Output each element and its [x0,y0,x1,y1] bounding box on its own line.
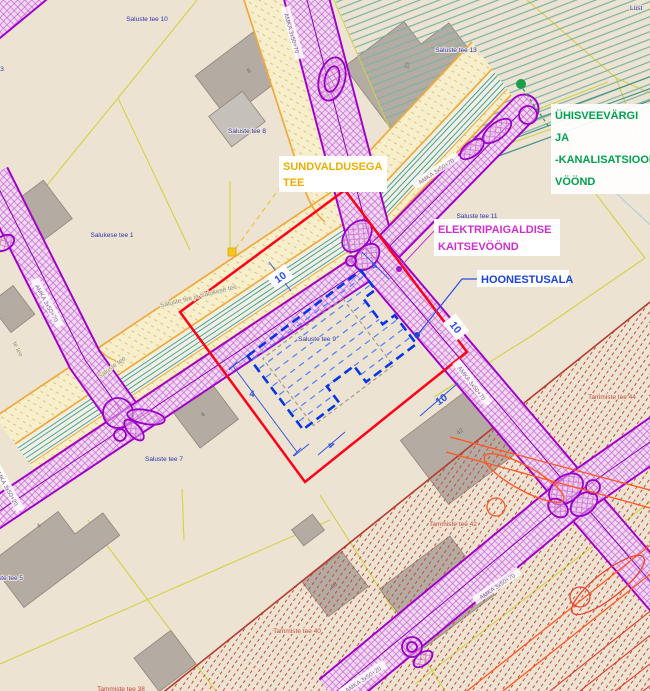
parcel-label: Tammiste tee 38 [97,686,145,691]
annotation-text: KAITSEVÖÖND [438,240,519,253]
annotation-text: ELEKTRIPAIGALDISE [438,224,551,236]
parcel-label: Saluste tee 8 [228,128,266,135]
detail-plan-map-canvas[interactable]: 8 13 4 4 40 42 42 [0,0,650,691]
parcel-label: Saluste tee 7 [145,456,183,463]
annotation-text: VÖÖND [555,175,595,188]
parcel-label: Saluste tee 11 [456,213,497,220]
parcel-label: Tammiste tee 44 [588,394,636,401]
leader-marker [516,79,526,89]
parcel-label: Tammiste tee 40 [273,628,321,635]
parcel-label: Saluste tee 10 [126,16,168,23]
annotation-text: TEE [283,177,304,189]
annotation-text: ÜHISVEEVÄRGI [555,109,638,122]
annotation-text: SUNDVALDUSEGA [283,161,382,173]
leader-marker [414,332,420,338]
parcel-label-cut: Lüst [630,5,642,12]
annotation-text: -KANALISATSIOONI [555,154,650,166]
annotation-text: HOONESTUSALA [481,274,573,286]
leader-marker [228,248,236,256]
parcel-label-cut: 3 [0,66,4,73]
annotation-text: JA [555,132,569,144]
parcel-label: Saluste tee 5 [0,575,23,582]
plan-drawing: 8 13 4 4 40 42 42 [0,0,650,691]
parcel-label: Tammiste tee 42 [429,521,477,528]
leader-marker [396,266,402,272]
dimension-4: 4 [249,389,254,399]
parcel-label: Saluste tee 13 [435,47,477,54]
parcel-label: Salukese tee 1 [90,232,133,239]
parcel-label: Saluste tee 9 [298,336,336,343]
